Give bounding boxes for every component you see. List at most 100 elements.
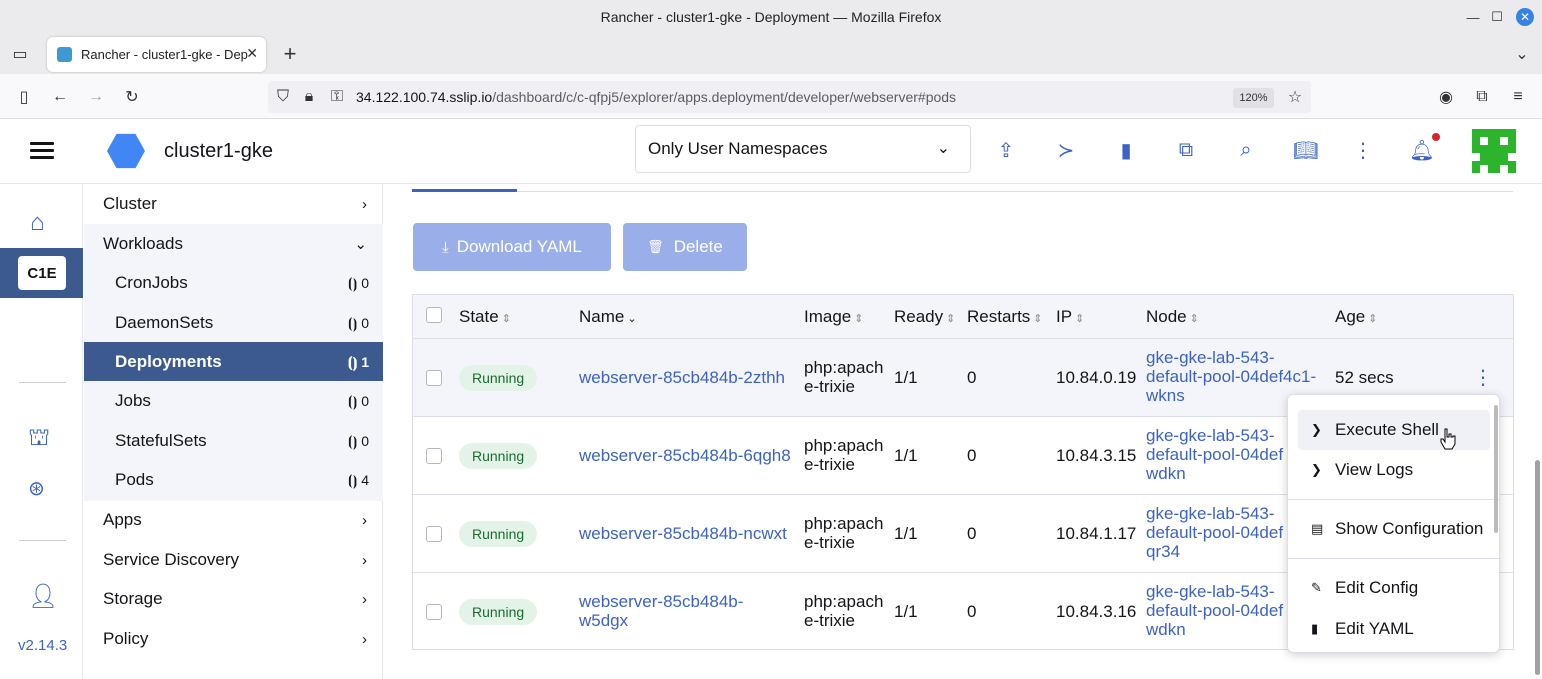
more-actions-icon[interactable]: ⋮	[1350, 137, 1376, 163]
namespace-filter-select[interactable]: Only User Namespaces ⌄	[635, 125, 971, 173]
sidebar-group-label: Service Discovery	[103, 550, 240, 569]
column-ready[interactable]: Ready ⇕	[894, 307, 955, 327]
chevron-right-icon: ›	[362, 195, 367, 213]
new-tab-icon[interactable]: +	[279, 41, 301, 66]
menu-scrollbar[interactable]	[1494, 405, 1498, 533]
ip-cell: 10.84.3.16	[1056, 602, 1137, 621]
window-title: Rancher - cluster1-gke - Deployment — Mo…	[600, 9, 942, 25]
home-icon[interactable]: ⌂	[30, 209, 45, 237]
page-scrollbar[interactable]	[1535, 460, 1540, 675]
sidebar-group-policy[interactable]: Policy ›	[84, 619, 383, 659]
menu-item-view-logs[interactable]: ❯ View Logs	[1298, 450, 1490, 490]
row-checkbox[interactable]	[426, 604, 442, 620]
user-avatar[interactable]	[1472, 129, 1516, 173]
menu-icon[interactable]: ≡	[1507, 86, 1529, 108]
account-icon[interactable]: ◉	[1435, 86, 1457, 108]
extensions-icon[interactable]: ⧉	[1471, 86, 1493, 108]
row-checkbox[interactable]	[426, 526, 442, 542]
node-link[interactable]: gke-gke-lab-543- default-pool-04def wdkn	[1146, 426, 1283, 483]
bookmark-star-icon[interactable]: ☆	[1284, 86, 1306, 108]
ip-cell: 10.84.1.17	[1056, 524, 1137, 543]
row-checkbox[interactable]	[426, 448, 442, 464]
back-icon[interactable]: ←	[49, 86, 71, 108]
ready-cell: 1/1	[894, 524, 918, 543]
sidebar-item-statefulsets[interactable]: StatefulSets ⦗⦘ 0	[84, 421, 383, 461]
minimize-icon[interactable]: —	[1464, 8, 1482, 26]
column-ip[interactable]: IP ⇕	[1056, 307, 1084, 327]
lock-icon[interactable]: 🔒︎	[298, 86, 320, 108]
pod-name-link[interactable]: webserver-85cb484b-ncwxt	[579, 524, 787, 543]
node-link[interactable]: gke-gke-lab-543- default-pool-04def qr34	[1146, 504, 1283, 561]
forward-icon[interactable]: →	[85, 86, 107, 108]
rancher-version[interactable]: v2.14.3	[18, 637, 67, 654]
docs-book-icon[interactable]: 📖︎	[1293, 137, 1319, 163]
sidebar-item-jobs[interactable]: Jobs ⦗⦘ 0	[84, 381, 383, 421]
document-icon: ▤	[1311, 521, 1324, 536]
zoom-level[interactable]: 120%	[1233, 88, 1274, 108]
sidebar-group-cluster[interactable]: Cluster ›	[84, 184, 383, 224]
list-tabs-icon[interactable]: ⌄	[1511, 43, 1533, 65]
node-link[interactable]: gke-gke-lab-543- default-pool-04def wdkn	[1146, 582, 1283, 639]
pod-name-link[interactable]: webserver-85cb484b-2zthh	[579, 368, 785, 387]
sidebar-item-count: ⦗⦘ 0	[347, 392, 369, 409]
kubeconfig-file-icon[interactable]: ▮	[1113, 137, 1139, 163]
select-all-checkbox[interactable]	[426, 307, 442, 323]
url-bar[interactable]: ⛉ 🔒︎ ⚿ 34.122.100.74.sslip.io/dashboard/…	[268, 81, 1311, 113]
column-name[interactable]: Name ⌄	[579, 307, 637, 327]
sidebar-item-pods[interactable]: Pods ⦗⦘ 4	[84, 460, 383, 500]
sidebar-group-apps[interactable]: Apps ›	[84, 500, 383, 540]
column-restarts[interactable]: Restarts ⇕	[967, 307, 1043, 327]
notifications-bell-icon[interactable]: 🔔︎	[1409, 137, 1435, 163]
cluster-rail-item[interactable]: C1E	[0, 248, 83, 298]
menu-item-edit-config[interactable]: ✎ Edit Config	[1298, 568, 1490, 608]
import-yaml-icon[interactable]: ⇪	[993, 137, 1019, 163]
extensions-apps-icon[interactable]: ⊛	[28, 476, 45, 501]
column-age[interactable]: Age ⇕	[1335, 307, 1377, 327]
status-badge: Running	[459, 365, 538, 391]
column-image[interactable]: Image ⇕	[804, 307, 863, 327]
fleet-icon[interactable]: ⛫	[28, 424, 50, 454]
ready-cell: 1/1	[894, 368, 918, 387]
search-icon[interactable]: ⌕	[1233, 137, 1259, 163]
file-icon: ▮	[1311, 621, 1319, 636]
user-account-icon[interactable]: 👤︎	[28, 582, 58, 611]
download-yaml-button[interactable]: ⤓ Download YAML	[413, 223, 611, 271]
hamburger-menu-icon[interactable]	[30, 142, 54, 160]
sidebar-item-cronjobs[interactable]: CronJobs ⦗⦘ 0	[84, 263, 383, 303]
menu-item-execute-shell[interactable]: ❯ Execute Shell	[1298, 410, 1490, 450]
menu-item-edit-yaml[interactable]: ▮ Edit YAML	[1298, 609, 1490, 649]
sidebar-item-deployments[interactable]: Deployments ⦗⦘ 1	[84, 342, 383, 382]
permissions-icon[interactable]: ⚿	[326, 86, 348, 108]
delete-button[interactable]: 🗑︎ Delete	[623, 223, 747, 271]
column-state[interactable]: State ⇕	[459, 307, 511, 327]
hand-cursor-icon	[1440, 428, 1456, 450]
sidebar-toggle-icon[interactable]: ▯	[13, 86, 35, 108]
image-cell: php:apach e-trixie	[804, 514, 884, 552]
rail-divider	[19, 382, 66, 383]
pod-name-link[interactable]: webserver-85cb484b-6qgh8	[579, 446, 791, 465]
sidebar-group-service-discovery[interactable]: Service Discovery ›	[84, 540, 383, 580]
close-window-icon[interactable]: ✕	[1516, 8, 1534, 26]
maximize-icon[interactable]: ☐	[1488, 8, 1506, 26]
restarts-cell: 0	[967, 368, 977, 387]
menu-item-show-configuration[interactable]: ▤ Show Configuration	[1298, 509, 1490, 549]
sidebar-group-storage[interactable]: Storage ›	[84, 579, 383, 619]
tab-overview-icon[interactable]: ▭	[9, 43, 31, 65]
copy-kubeconfig-icon[interactable]: ⧉	[1173, 137, 1199, 163]
sidebar-item-daemonsets[interactable]: DaemonSets ⦗⦘ 0	[84, 303, 383, 343]
tab-close-icon[interactable]: ✕	[246, 45, 258, 62]
browser-tab[interactable]: Rancher - cluster1-gke - Dep ✕	[47, 37, 266, 72]
pod-name-link[interactable]: webserver-85cb484b-w5dgx	[579, 592, 743, 630]
row-checkbox[interactable]	[426, 370, 442, 386]
column-node[interactable]: Node ⇕	[1146, 307, 1199, 327]
row-actions-icon[interactable]: ⋮	[1473, 365, 1493, 390]
sidebar-item-count: ⦗⦘ 4	[347, 471, 369, 488]
sidebar-item-count: ⦗⦘ 0	[347, 274, 369, 291]
shield-icon[interactable]: ⛉	[272, 86, 294, 108]
sidebar-item-count: ⦗⦘ 0	[347, 432, 369, 449]
sidebar-group-workloads[interactable]: Workloads ⌄	[84, 224, 383, 264]
url-host: 34.122.100.74.sslip.io	[356, 89, 493, 105]
reload-icon[interactable]: ↻	[121, 86, 143, 108]
kubectl-shell-icon[interactable]: ≻	[1053, 137, 1079, 163]
ip-cell: 10.84.0.19	[1056, 368, 1137, 387]
